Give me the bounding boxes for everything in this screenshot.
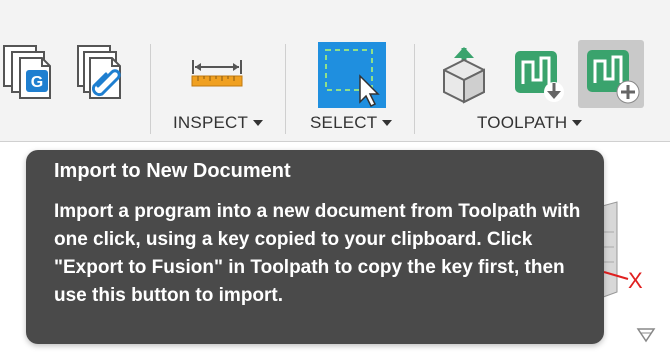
measure-button[interactable] bbox=[190, 54, 244, 94]
toolpath-label: TOOLPATH bbox=[477, 113, 568, 132]
triangle-down-icon[interactable] bbox=[636, 326, 656, 349]
select-menu[interactable]: SELECT bbox=[310, 113, 393, 133]
selection-box-icon bbox=[325, 49, 380, 108]
toolpath-menu[interactable]: TOOLPATH bbox=[477, 113, 583, 133]
inspect-label: INSPECT bbox=[173, 113, 249, 132]
toolpath-download-icon bbox=[515, 51, 564, 102]
documents-g-button[interactable]: G bbox=[0, 42, 60, 102]
chevron-down-icon bbox=[382, 120, 393, 126]
select-label: SELECT bbox=[310, 113, 378, 132]
g-badge-text: G bbox=[31, 74, 43, 91]
tooltip-body: Import a program into a new document fro… bbox=[54, 201, 581, 306]
import-to-new-document-button[interactable] bbox=[578, 40, 644, 108]
toolpath-add-icon bbox=[587, 50, 640, 104]
documents-link-button[interactable] bbox=[72, 42, 132, 102]
separator bbox=[150, 44, 151, 134]
ruler-icon bbox=[191, 60, 243, 87]
export-box-button[interactable] bbox=[440, 46, 488, 104]
separator bbox=[285, 44, 286, 134]
documents-g-icon: G bbox=[3, 45, 51, 99]
documents-link-icon bbox=[77, 45, 121, 99]
tooltip: Import to New Document Import a program … bbox=[26, 150, 604, 344]
inspect-menu[interactable]: INSPECT bbox=[173, 113, 264, 133]
cursor-arrow-icon bbox=[359, 74, 380, 108]
separator bbox=[414, 44, 415, 134]
x-axis-label: X bbox=[628, 268, 643, 293]
chevron-down-icon bbox=[253, 120, 264, 126]
tooltip-title: Import to New Document bbox=[54, 160, 291, 182]
select-button[interactable] bbox=[318, 42, 386, 108]
box-export-icon bbox=[443, 47, 485, 104]
toolbar: G INSPECT SELECT TOOLPATH bbox=[0, 0, 670, 142]
toolpath-download-button[interactable] bbox=[512, 46, 566, 104]
chevron-down-icon bbox=[572, 120, 583, 126]
